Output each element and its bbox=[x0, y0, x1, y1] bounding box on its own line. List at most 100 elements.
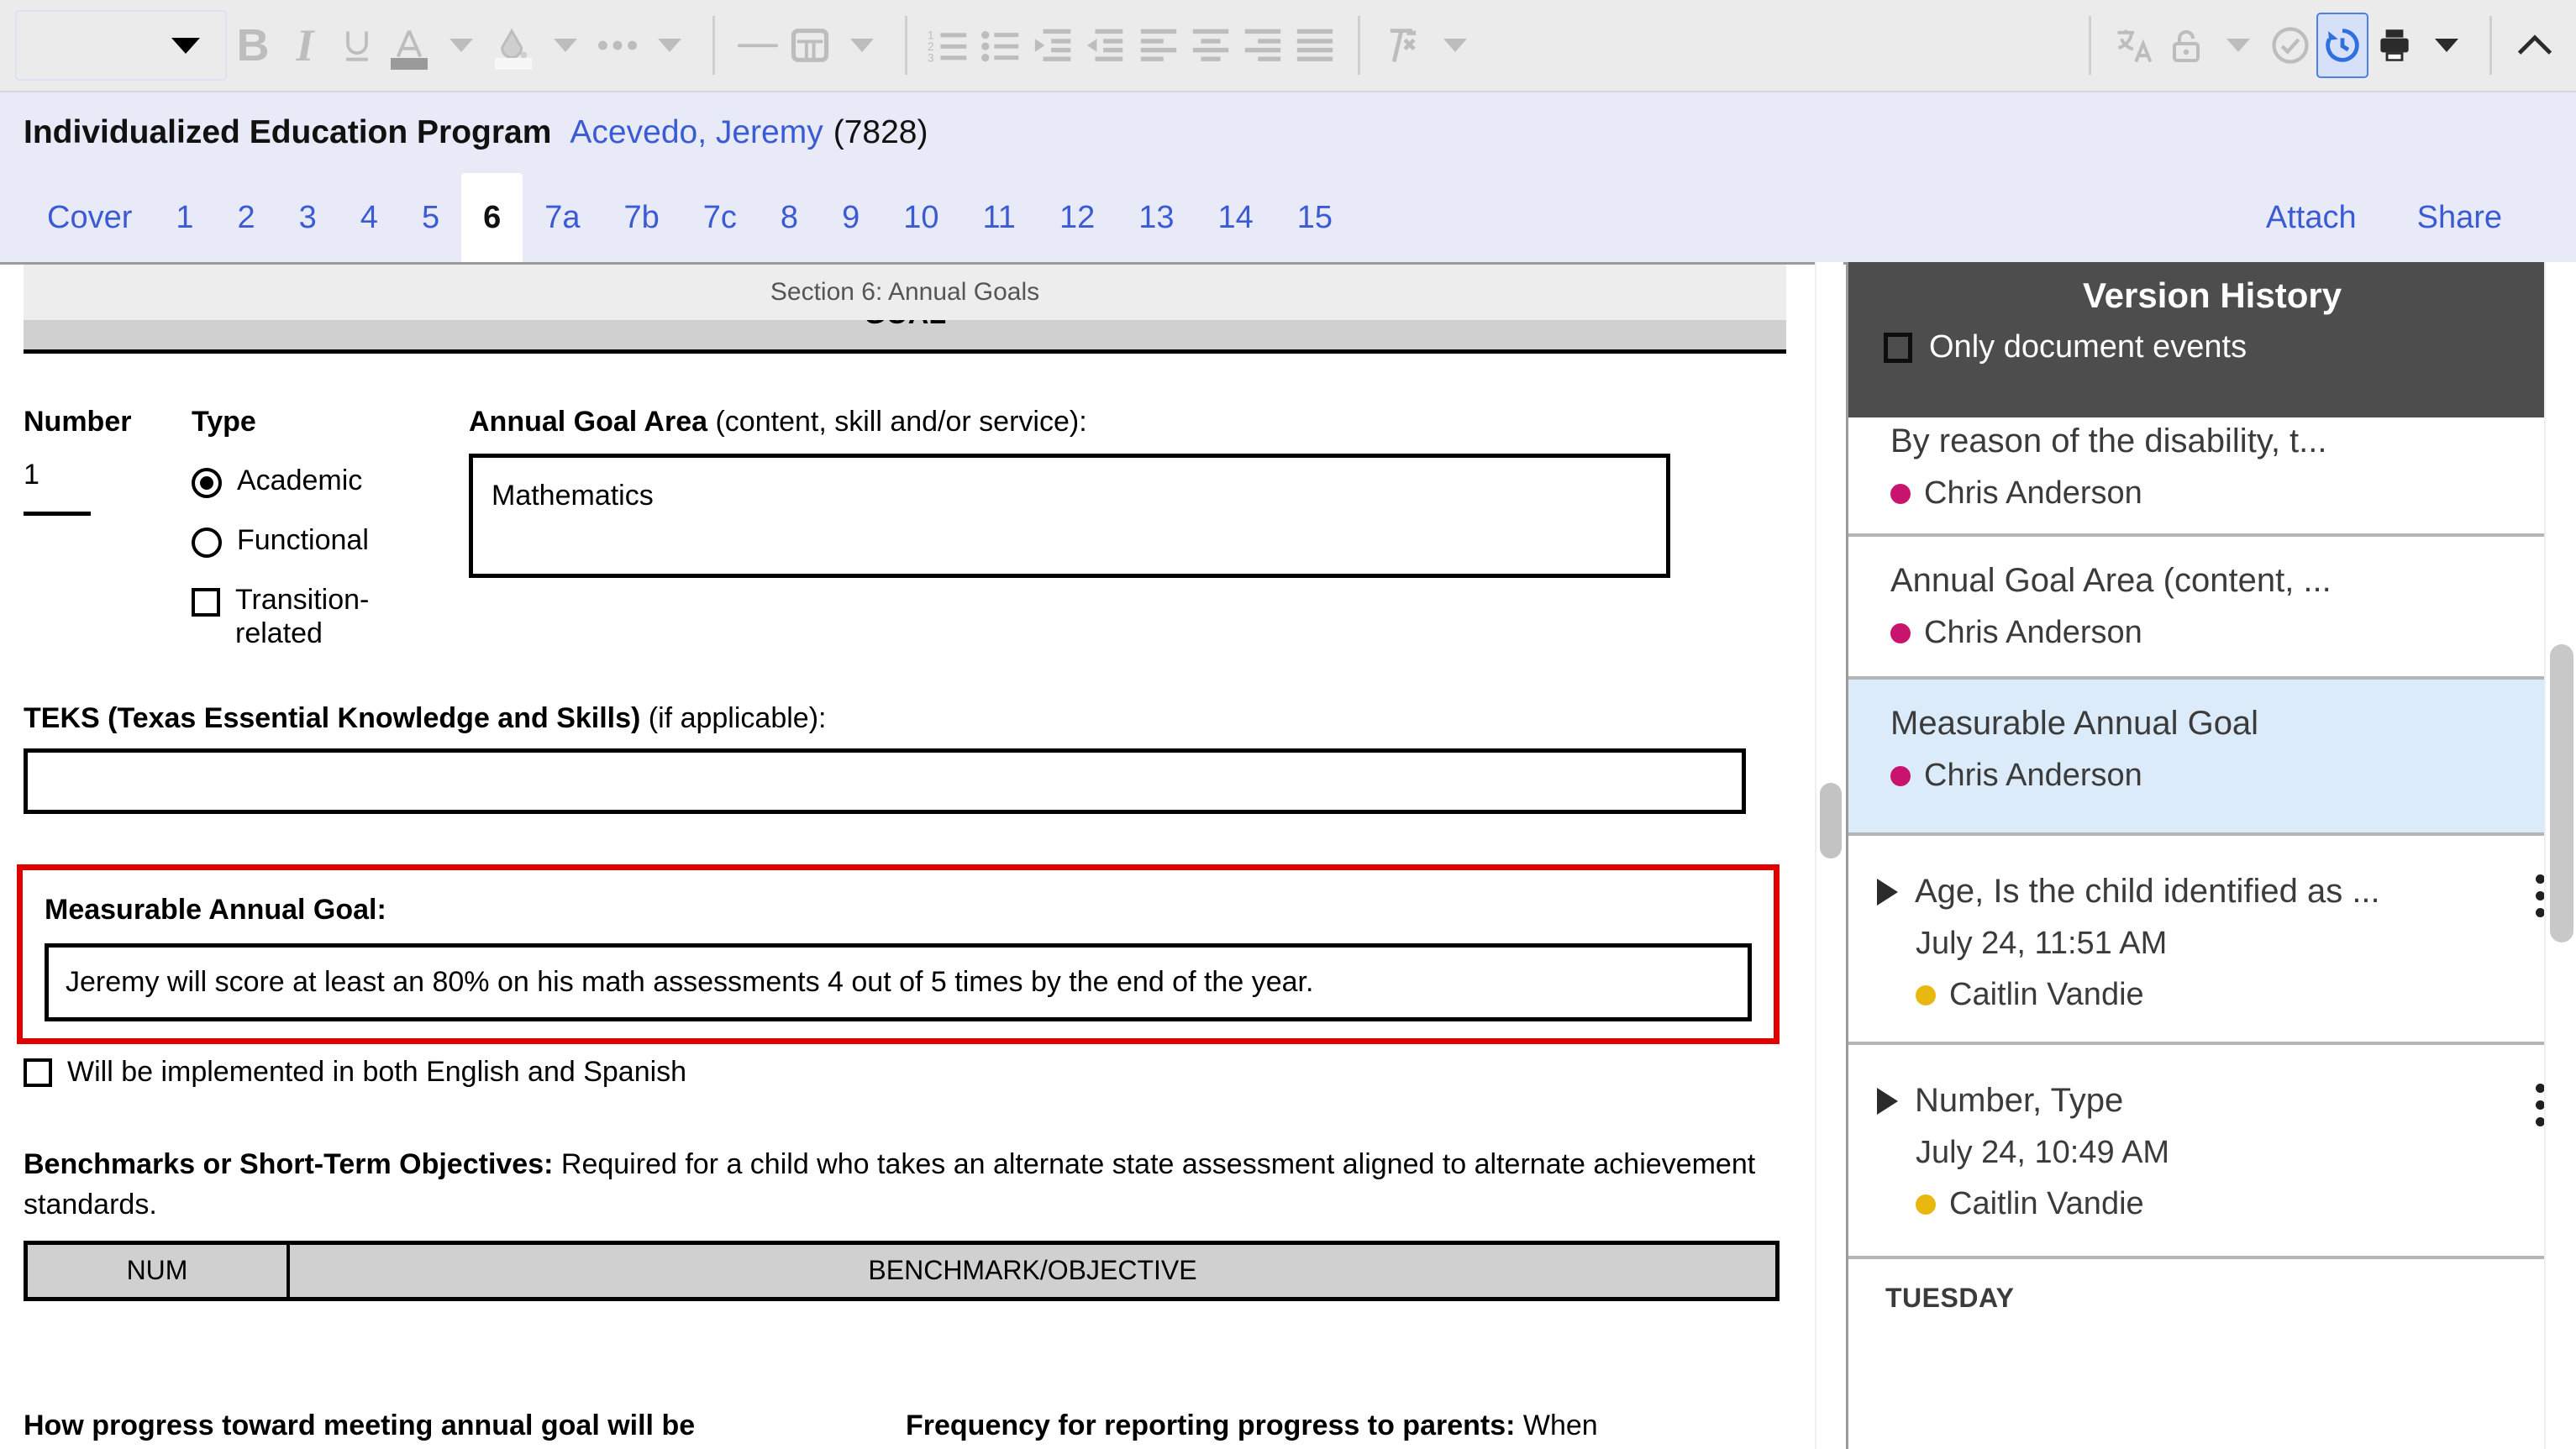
align-left-button[interactable] bbox=[1133, 13, 1185, 78]
page-title: Individualized Education Program bbox=[24, 114, 552, 150]
tab-3[interactable]: 3 bbox=[277, 173, 339, 262]
font-color-button[interactable] bbox=[383, 13, 435, 78]
bulleted-list-button[interactable] bbox=[976, 13, 1028, 78]
check-circle-icon bbox=[2272, 27, 2309, 64]
numbered-list-button[interactable]: 1 2 3 bbox=[924, 13, 976, 78]
bold-button[interactable]: B bbox=[227, 13, 279, 78]
align-right-icon bbox=[1244, 29, 1281, 61]
share-button[interactable]: Share bbox=[2387, 200, 2532, 236]
tab-5[interactable]: 5 bbox=[400, 173, 461, 262]
lock-dropdown[interactable] bbox=[2212, 13, 2264, 78]
type-option-academic[interactable]: Academic bbox=[192, 464, 469, 498]
type-option-academic-label: Academic bbox=[237, 465, 363, 496]
version-history-scrollbar[interactable] bbox=[2544, 262, 2576, 1449]
user-color-dot bbox=[1916, 984, 1936, 1005]
more-formatting-dropdown[interactable] bbox=[644, 13, 696, 78]
goal-area-input[interactable]: Mathematics bbox=[469, 454, 1670, 578]
lock-button[interactable] bbox=[2160, 13, 2212, 78]
insert-table-dropdown[interactable] bbox=[836, 13, 888, 78]
tab-13[interactable]: 13 bbox=[1117, 173, 1196, 262]
section-banner: Section 6: Annual Goals bbox=[24, 265, 1786, 320]
clear-formatting-icon bbox=[1390, 29, 1417, 63]
highlight-color-button[interactable] bbox=[487, 13, 539, 78]
goal-meta-row: Number 1 Type Academic Functional Transi… bbox=[24, 406, 1786, 650]
highlight-color-dropdown[interactable] bbox=[539, 13, 591, 78]
print-button[interactable] bbox=[2368, 13, 2421, 78]
tab-11[interactable]: 11 bbox=[960, 173, 1037, 262]
print-dropdown[interactable] bbox=[2421, 13, 2473, 78]
version-history-item-selected[interactable]: Measurable Annual Goal Chris Anderson bbox=[1848, 680, 2576, 836]
insert-table-button[interactable] bbox=[784, 13, 836, 78]
tab-cover[interactable]: Cover bbox=[25, 173, 154, 262]
expand-triangle-icon[interactable] bbox=[1877, 1087, 1898, 1115]
chevron-down-icon bbox=[850, 39, 874, 52]
indent-decrease-button[interactable] bbox=[1080, 13, 1133, 78]
measurable-annual-goal-label: Measurable Annual Goal: bbox=[45, 894, 386, 927]
italic-icon: I bbox=[296, 20, 314, 71]
tab-14[interactable]: 14 bbox=[1196, 173, 1275, 262]
tab-7c[interactable]: 7c bbox=[681, 173, 759, 262]
goal-band-label: GOAL bbox=[864, 320, 946, 331]
version-history-item-user-name: Caitlin Vandie bbox=[1949, 1186, 2144, 1221]
align-center-button[interactable] bbox=[1185, 13, 1237, 78]
collapse-toolbar-button[interactable] bbox=[2509, 13, 2561, 78]
version-history-item[interactable]: By reason of the disability, t... Chris … bbox=[1848, 417, 2576, 537]
tab-7a[interactable]: 7a bbox=[523, 173, 602, 262]
radio-functional-icon[interactable] bbox=[192, 528, 222, 558]
tab-9[interactable]: 9 bbox=[820, 173, 881, 262]
version-history-scrollbar-thumb[interactable] bbox=[2550, 644, 2573, 942]
tab-10[interactable]: 10 bbox=[881, 173, 960, 262]
tab-8[interactable]: 8 bbox=[759, 173, 820, 262]
version-history-item[interactable]: Annual Goal Area (content, ... Chris And… bbox=[1848, 537, 2576, 680]
align-justify-button[interactable] bbox=[1289, 13, 1341, 78]
measurable-annual-goal-input[interactable]: Jeremy will score at least an 80% on his… bbox=[45, 943, 1752, 1022]
tab-2[interactable]: 2 bbox=[216, 173, 277, 262]
bold-icon: B bbox=[236, 20, 270, 71]
version-history-list: By reason of the disability, t... Chris … bbox=[1848, 417, 2576, 1314]
indent-increase-button[interactable] bbox=[1028, 13, 1080, 78]
paragraph-style-select[interactable] bbox=[15, 10, 227, 81]
more-formatting-button[interactable] bbox=[591, 13, 644, 78]
radio-academic-icon[interactable] bbox=[192, 468, 222, 498]
checkbox-transition-related-icon[interactable] bbox=[192, 588, 220, 617]
teks-block: TEKS (Texas Essential Knowledge and Skil… bbox=[24, 702, 1786, 815]
tab-12[interactable]: 12 bbox=[1038, 173, 1117, 262]
checkbox-bilingual-icon[interactable] bbox=[24, 1058, 52, 1087]
expand-triangle-icon[interactable] bbox=[1877, 878, 1898, 906]
version-history-item[interactable]: Number, Type July 24, 10:49 AM Caitlin V… bbox=[1848, 1045, 2576, 1259]
checkbox-only-document-events-icon[interactable] bbox=[1884, 332, 1912, 363]
type-option-transition-related[interactable]: Transition-related bbox=[192, 583, 469, 650]
user-color-dot bbox=[1890, 483, 1911, 504]
type-option-functional[interactable]: Functional bbox=[192, 523, 469, 558]
attach-button[interactable]: Attach bbox=[2236, 200, 2387, 236]
tab-15[interactable]: 15 bbox=[1275, 173, 1354, 262]
document-scrollbar-thumb[interactable] bbox=[1820, 783, 1842, 858]
version-history-item[interactable]: Age, Is the child identified as ... July… bbox=[1848, 836, 2576, 1045]
tab-7b[interactable]: 7b bbox=[602, 173, 681, 262]
font-color-dropdown[interactable] bbox=[435, 13, 487, 78]
clear-formatting-button[interactable] bbox=[1377, 13, 1429, 78]
align-right-button[interactable] bbox=[1237, 13, 1289, 78]
number-input[interactable]: 1 bbox=[24, 459, 91, 516]
translate-button[interactable] bbox=[2108, 13, 2160, 78]
student-name-link[interactable]: Acevedo, Jeremy bbox=[570, 114, 823, 151]
document-scrollbar[interactable] bbox=[1815, 262, 1843, 1449]
only-document-events-toggle[interactable]: Only document events bbox=[1848, 329, 2576, 365]
tab-6[interactable]: 6 bbox=[461, 173, 523, 262]
clear-formatting-dropdown[interactable] bbox=[1429, 13, 1481, 78]
underline-button[interactable] bbox=[331, 13, 383, 78]
version-history-item-title: Measurable Annual Goal bbox=[1890, 705, 2259, 742]
horizontal-rule-button[interactable] bbox=[732, 13, 784, 78]
tab-4[interactable]: 4 bbox=[339, 173, 400, 262]
tab-1[interactable]: 1 bbox=[154, 173, 215, 262]
toolbar-divider bbox=[2489, 16, 2492, 75]
version-history-button[interactable] bbox=[2316, 13, 2368, 78]
italic-button[interactable]: I bbox=[279, 13, 331, 78]
teks-input[interactable] bbox=[24, 748, 1746, 815]
benchmarks-block: Benchmarks or Short-Term Objectives: Req… bbox=[24, 1144, 1786, 1301]
bilingual-option[interactable]: Will be implemented in both English and … bbox=[24, 1056, 1786, 1089]
type-column: Type Academic Functional Transition-rela… bbox=[192, 406, 469, 650]
benchmarks-label-bold: Benchmarks or Short-Term Objectives: bbox=[24, 1148, 554, 1181]
check-button[interactable] bbox=[2264, 13, 2316, 78]
version-history-item-title-row: Age, Is the child identified as ... bbox=[1877, 873, 2547, 911]
